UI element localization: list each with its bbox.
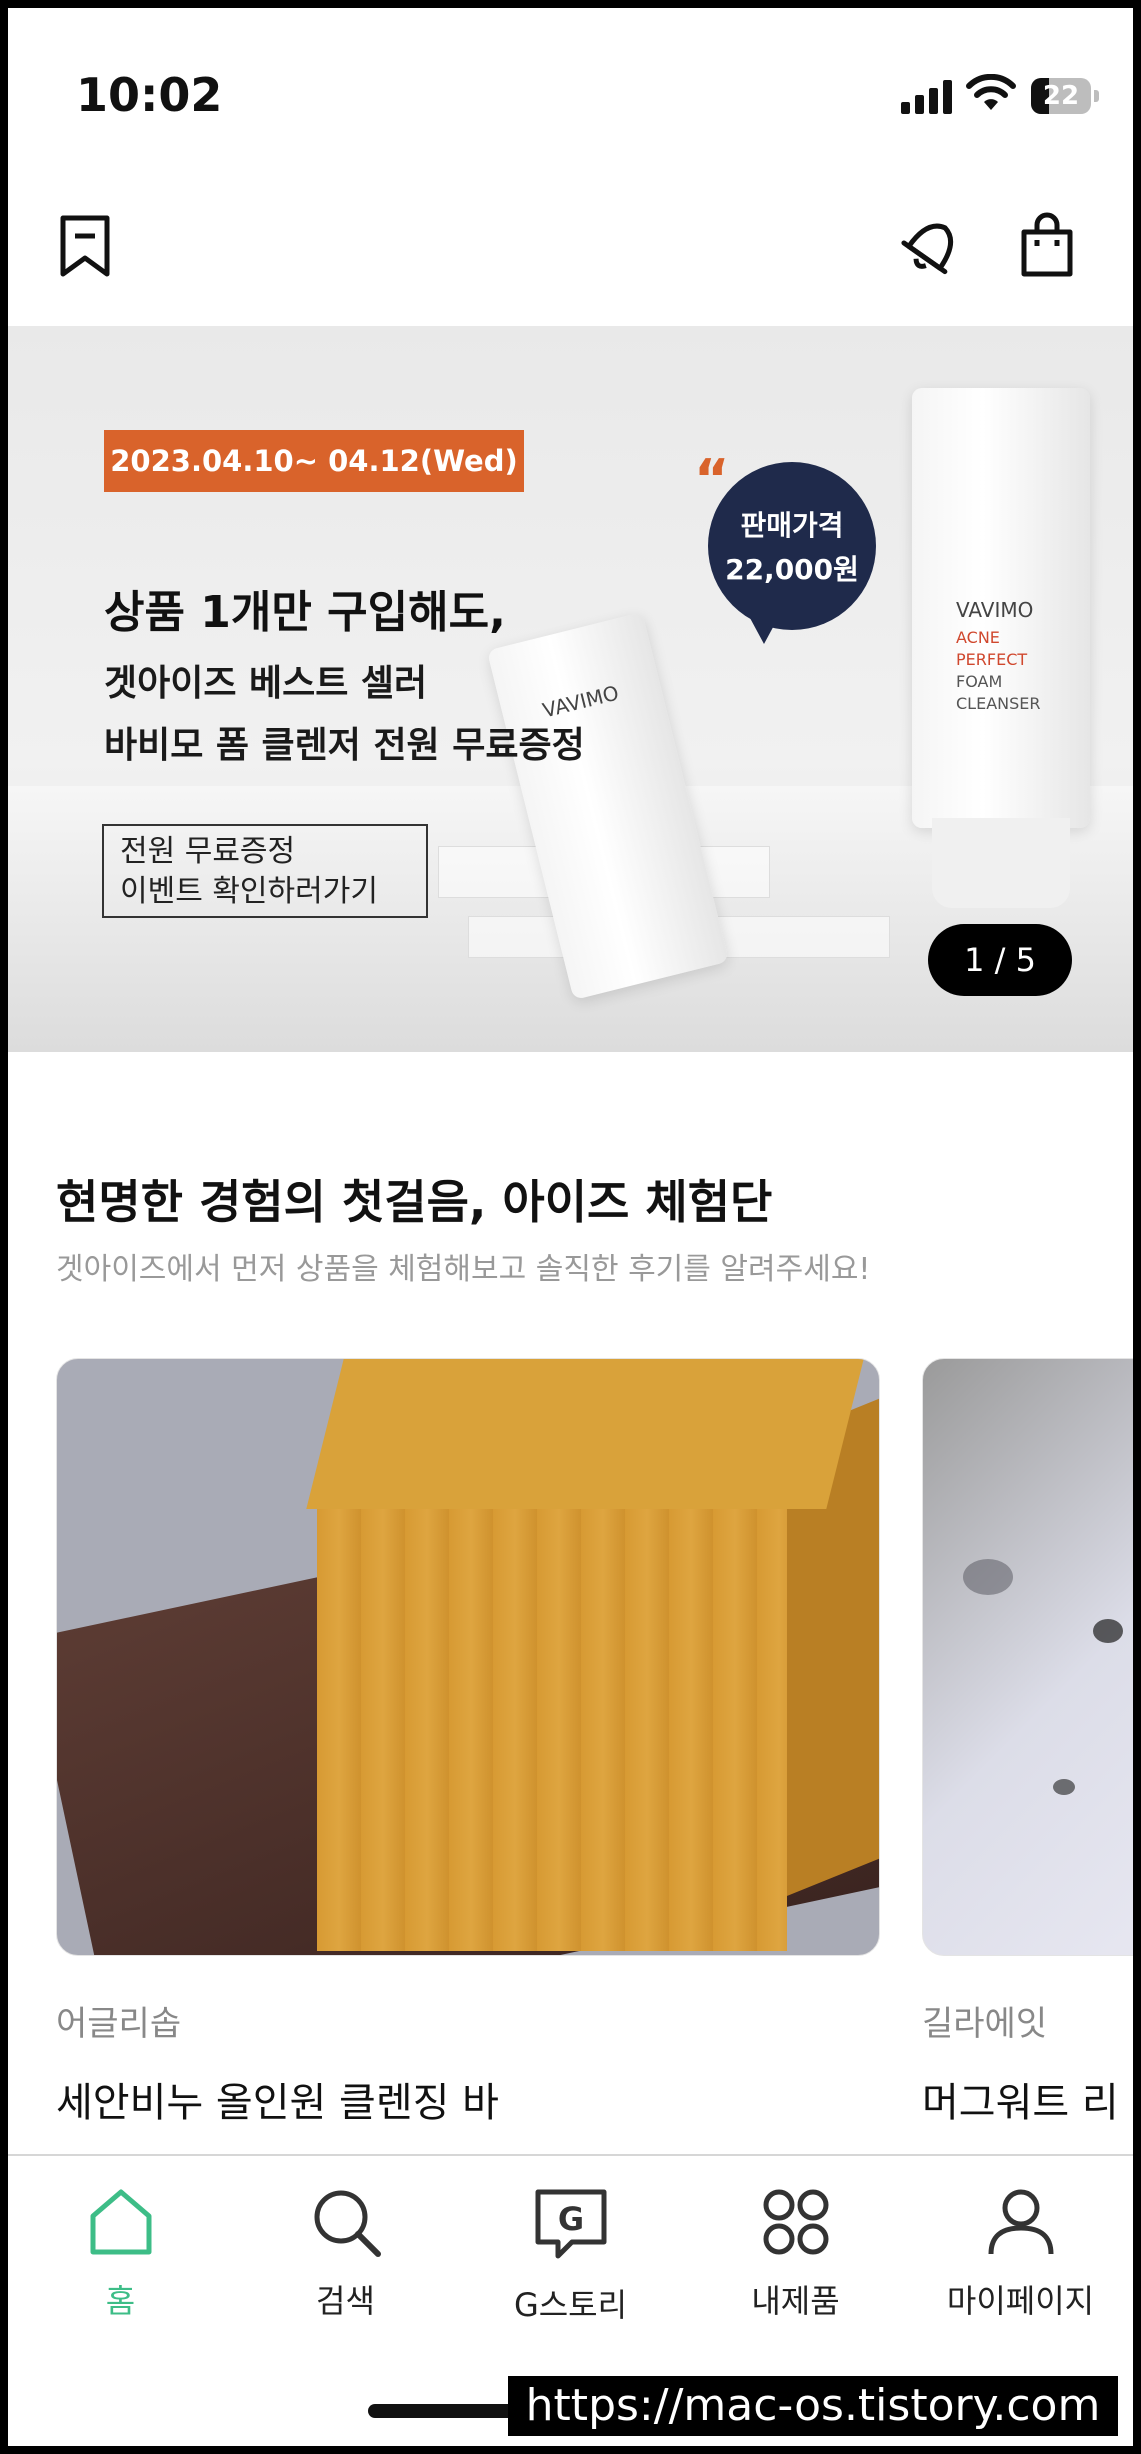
banner-subline: 겟아이즈 베스트 셀러 <box>104 663 428 704</box>
soap-top <box>306 1359 864 1509</box>
tab-label: G스토리 <box>513 2286 628 2324</box>
tab-search[interactable]: 검색 <box>233 2186 458 2322</box>
home-icon <box>90 2189 151 2255</box>
product-tube-image: VAVIMO ACNE PERFECT FOAM CLEANSER <box>912 388 1090 908</box>
product-card-image[interactable] <box>56 1358 880 1956</box>
card-brand: 길라에잇 <box>922 2004 1048 2044</box>
bookmark-icon[interactable] <box>58 214 112 278</box>
banner-subline: 바비모 폼 클렌저 전원 무료증정 <box>104 725 585 766</box>
tab-label: 홈 <box>105 2282 136 2320</box>
tab-my-page[interactable]: 마이페이지 <box>908 2186 1133 2322</box>
battery-icon: 22 <box>1031 78 1101 114</box>
shopping-bag-icon[interactable] <box>1020 212 1074 278</box>
product-card-image[interactable] <box>922 1358 1133 1956</box>
price-value: 22,000원 <box>725 553 859 586</box>
event-link-line: 이벤트 확인하러가기 <box>120 874 378 909</box>
banner-headline: 상품 1개만 구입해도, <box>104 587 506 638</box>
price-label: 판매가격 <box>740 509 844 542</box>
svg-text:G: G <box>557 2200 583 2238</box>
card-product-name[interactable]: 세안비누 올인원 클렌징 바 <box>56 2070 499 2128</box>
promo-banner[interactable]: VAVIMO VAVIMO ACNE PERFECT FOAM CLEANSER… <box>8 326 1133 1052</box>
app-screen: 10:02 22 VAVIMO VAVIMO ACNE PERFECT FOAM… <box>8 8 1133 2446</box>
event-date-badge: 2023.04.10~ 04.12(Wed) <box>104 430 524 492</box>
status-bar: 10:02 22 <box>8 8 1133 178</box>
quote-mark-icon: “ <box>694 448 730 511</box>
price-bubble: 판매가격 22,000원 <box>708 462 876 630</box>
event-link-line: 전원 무료증정 <box>120 834 296 869</box>
my-products-icon <box>763 2189 828 2255</box>
event-link-box[interactable]: 전원 무료증정 이벤트 확인하러가기 <box>102 824 428 918</box>
tab-my-products[interactable]: 내제품 <box>683 2186 908 2322</box>
watermark-text: https://mac-os.tistory.com <box>508 2376 1118 2436</box>
profile-icon <box>988 2189 1053 2255</box>
section-subtitle: 겟아이즈에서 먼저 상품을 체험해보고 솔직한 후기를 알려주세요! <box>56 1252 871 1287</box>
tab-label: 검색 <box>316 2282 375 2320</box>
tab-g-story[interactable]: G G스토리 <box>458 2186 683 2326</box>
signal-icon <box>901 80 952 114</box>
tab-label: 마이페이지 <box>946 2282 1095 2320</box>
battery-level: 22 <box>1042 81 1080 111</box>
soap-front <box>317 1479 787 1951</box>
wifi-icon <box>966 74 1016 110</box>
tab-home[interactable]: 홈 <box>8 2186 233 2322</box>
card-brand: 어글리솝 <box>56 2004 182 2044</box>
g-story-icon: G <box>535 2189 606 2259</box>
search-icon <box>314 2190 381 2257</box>
slide-counter: 1 / 5 <box>928 924 1072 996</box>
card-product-name[interactable]: 머그워트 리 <box>922 2070 1119 2128</box>
status-time: 10:02 <box>76 68 223 122</box>
bell-icon[interactable] <box>898 210 968 280</box>
tab-label: 내제품 <box>751 2282 840 2320</box>
section-title: 현명한 경험의 첫걸음, 아이즈 체험단 <box>56 1175 773 1229</box>
